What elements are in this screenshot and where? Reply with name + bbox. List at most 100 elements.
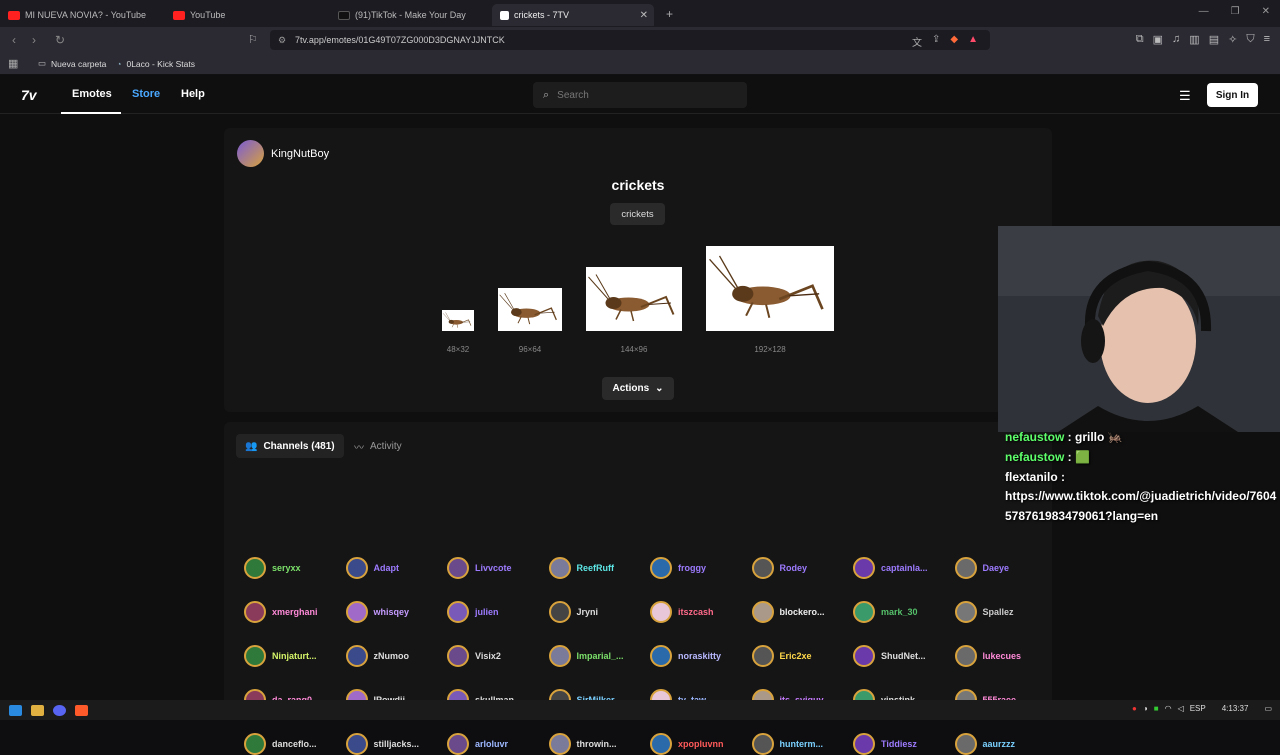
actions-label: Actions [612, 383, 650, 394]
channel-user[interactable]: ReefRuff [548, 557, 614, 579]
channel-user[interactable]: Spallez [954, 601, 1014, 623]
cricket-image [499, 293, 557, 325]
brave-browser-icon[interactable] [75, 704, 88, 716]
channel-user[interactable]: xpopluvnn [650, 733, 724, 755]
user-avatar [954, 601, 977, 623]
channel-user[interactable]: stilljacks... [345, 733, 419, 755]
channel-user[interactable]: throwin... [548, 733, 617, 755]
close-window-icon[interactable]: ✕ [1262, 6, 1270, 17]
windows-start-icon[interactable] [9, 704, 22, 716]
channel-user[interactable]: seryxx [244, 557, 301, 579]
channel-user[interactable]: Imparial_... [548, 645, 624, 667]
tab-activity[interactable]: 〰 Activity [345, 434, 411, 458]
back-icon[interactable]: ‹ [4, 33, 24, 47]
channel-user[interactable]: lukecues [954, 645, 1021, 667]
actions-dropdown[interactable]: Actions ⌄ [602, 377, 674, 400]
nav-help[interactable]: Help [181, 88, 205, 100]
channel-user[interactable]: Daeye [954, 557, 1010, 579]
channel-user[interactable]: julien [447, 601, 499, 623]
sidebar-icon[interactable]: ▥ [1189, 33, 1199, 46]
emote-author[interactable]: KingNutBoy [271, 148, 329, 160]
channel-user[interactable]: ShudNet... [853, 645, 926, 667]
reload-icon[interactable]: ↻ [50, 33, 70, 47]
bookmark-icon[interactable]: ⚐ [248, 33, 258, 46]
channel-user[interactable]: Livvcote [447, 557, 512, 579]
bookmark-folder[interactable]: ▭ Nueva carpeta [38, 58, 106, 69]
translate-icon[interactable]: 文 [912, 34, 922, 49]
channel-user[interactable]: froggy [650, 557, 706, 579]
user-avatar [853, 601, 875, 623]
tray-icons[interactable]: ◑ [1143, 704, 1148, 713]
tab-title: (91)TikTok - Make Your Day [355, 10, 466, 20]
bookmark-kick-stats[interactable]: ◔ 0Laco - Kick Stats [116, 59, 195, 69]
notification-icon[interactable]: ▭ [1264, 704, 1272, 713]
channel-user[interactable]: danceflo... [244, 733, 317, 755]
vpn-icon[interactable]: ⛉ [1246, 33, 1254, 46]
channel-user[interactable]: Adapt [345, 557, 399, 579]
browser-tab-active[interactable]: crickets - 7TV ✕ [492, 4, 654, 26]
channel-user[interactable]: Ninjaturt... [244, 645, 317, 667]
brave-rewards-icon[interactable]: ▲ [968, 34, 978, 49]
site-info-icon[interactable]: ⚙ [278, 35, 286, 46]
channel-user[interactable]: arloluvr [447, 733, 508, 755]
wallet-icon[interactable]: ▤ [1209, 33, 1219, 46]
user-avatar [244, 645, 266, 667]
channel-user[interactable]: zNumoo [345, 645, 409, 667]
apps-grid-icon[interactable]: ▦ [8, 57, 20, 70]
discord-icon[interactable] [53, 704, 66, 716]
size-label: 96×64 [518, 345, 542, 354]
maximize-icon[interactable]: ❐ [1231, 6, 1240, 17]
channel-user[interactable]: xmerghani [244, 601, 318, 623]
channel-user[interactable]: Rodey [751, 557, 807, 579]
brave-shield-icon[interactable]: ◆ [950, 34, 958, 49]
author-avatar[interactable] [237, 140, 264, 167]
search-placeholder: Search [557, 89, 589, 101]
nav-store[interactable]: Store [132, 88, 160, 100]
extensions-icon[interactable]: ⧉ [1136, 33, 1144, 46]
channel-user[interactable]: Eric2xe [751, 645, 812, 667]
emote-tag[interactable]: crickets [610, 203, 665, 225]
browser-tab-1[interactable]: MI NUEVA NOVIA? - YouTube [0, 4, 165, 26]
close-tab-icon[interactable]: ✕ [640, 10, 648, 21]
user-name: Daeye [982, 563, 1010, 573]
tray-icons[interactable]: ■ [1154, 704, 1159, 713]
channel-user[interactable]: noraskitty [650, 645, 721, 667]
minimize-icon[interactable]: — [1199, 6, 1209, 17]
channel-user[interactable]: captainla... [853, 557, 928, 579]
forward-icon[interactable]: › [24, 33, 44, 47]
tab-channels[interactable]: 👥 Channels (481) [236, 434, 344, 458]
music-icon[interactable]: ♫ [1172, 33, 1180, 46]
new-tab-button[interactable]: + [666, 7, 673, 21]
share-icon[interactable]: ⇪ [932, 34, 940, 49]
channel-user[interactable]: mark_30 [853, 601, 918, 623]
search-input[interactable]: ⌕ Search [533, 82, 747, 108]
channel-user[interactable]: itszcash [650, 601, 714, 623]
chat-username: nefaustow [1005, 430, 1065, 444]
screenshot-icon[interactable]: ▣ [1153, 33, 1163, 46]
user-name: Visix2 [475, 651, 501, 661]
volume-icon[interactable]: ◁ [1178, 704, 1184, 713]
channel-user[interactable]: blockero... [751, 601, 825, 623]
user-avatar [751, 733, 774, 755]
channel-user[interactable]: whisqey [345, 601, 409, 623]
menu-icon[interactable]: ≡ [1264, 33, 1270, 46]
browser-tab-3[interactable]: (91)TikTok - Make Your Day [330, 4, 492, 26]
url-field[interactable]: ⚙ 7tv.app/emotes/01G49T07ZG000D3DGNAYJJN… [270, 30, 990, 50]
cricket-image [709, 255, 824, 318]
nav-emotes[interactable]: Emotes [72, 88, 112, 100]
clock[interactable]: 4:13:37 [1222, 704, 1249, 713]
channel-user[interactable]: Jryni [548, 601, 598, 623]
channel-user[interactable]: aaurzzz [954, 733, 1015, 755]
tray-icons[interactable]: ● [1132, 704, 1137, 713]
channel-user[interactable]: hunterm... [751, 733, 823, 755]
channel-user[interactable]: Visix2 [447, 645, 501, 667]
7tv-logo[interactable]: 7v [21, 87, 37, 103]
language-indicator[interactable]: ESP [1190, 704, 1206, 713]
sign-in-button[interactable]: Sign In [1207, 83, 1258, 107]
browser-tab-2[interactable]: YouTube [165, 4, 330, 26]
wifi-icon[interactable]: ◠ [1165, 704, 1172, 713]
hamburger-menu-icon[interactable]: ☰ [1179, 88, 1191, 104]
channel-user[interactable]: Tiddiesz [853, 733, 917, 755]
ai-icon[interactable]: ✧ [1228, 33, 1237, 46]
file-explorer-icon[interactable] [31, 704, 44, 716]
